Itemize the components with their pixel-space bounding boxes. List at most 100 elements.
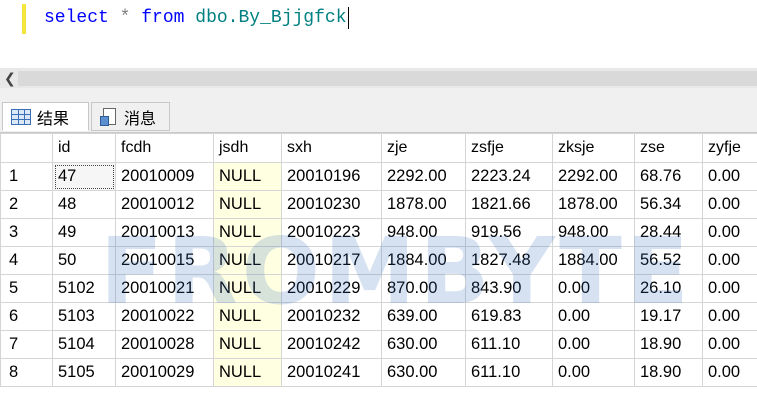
column-header[interactable]: zse [634, 133, 703, 163]
cell-zse[interactable]: 56.34 [634, 190, 703, 219]
row-number-cell[interactable]: 2 [0, 190, 53, 219]
cell-sxh[interactable]: 20010230 [281, 190, 382, 219]
cell-zje[interactable]: 1878.00 [381, 190, 466, 219]
cell-zsfje[interactable]: 843.90 [465, 274, 553, 303]
cell-zse[interactable]: 18.90 [634, 330, 703, 359]
cell-zyfje[interactable]: 0.00 [702, 162, 757, 191]
table-row[interactable]: 7 5104 20010028 NULL 20010242 630.00 611.10 0.0… [0, 330, 757, 359]
cell-fcdh[interactable]: 20010015 [115, 246, 214, 275]
column-header[interactable]: zksje [552, 133, 635, 163]
table-row[interactable]: 4 50 20010015 NULL 20010217 1884.00 1827.48 188… [0, 246, 757, 275]
cell-jsdh[interactable]: NULL [213, 246, 282, 275]
cell-zyfje[interactable]: 0.00 [702, 330, 757, 359]
cell-jsdh[interactable]: NULL [213, 330, 282, 359]
row-number-cell[interactable]: 8 [0, 358, 53, 387]
cell-zksje[interactable]: 1878.00 [552, 190, 635, 219]
cell-zyfje[interactable]: 0.00 [702, 246, 757, 275]
cell-zsfje[interactable]: 611.10 [465, 358, 553, 387]
cell-zje[interactable]: 948.00 [381, 218, 466, 247]
table-row[interactable]: 8 5105 20010029 NULL 20010241 630.00 611.10 0.0… [0, 358, 757, 387]
cell-zsfje[interactable]: 619.83 [465, 302, 553, 331]
cell-zsfje[interactable]: 1821.66 [465, 190, 553, 219]
cell-zse[interactable]: 28.44 [634, 218, 703, 247]
cell-zsfje[interactable]: 1827.48 [465, 246, 553, 275]
column-header[interactable]: zje [381, 133, 466, 163]
cell-fcdh[interactable]: 20010022 [115, 302, 214, 331]
cell-zse[interactable]: 68.76 [634, 162, 703, 191]
cell-sxh[interactable]: 20010196 [281, 162, 382, 191]
results-grid[interactable]: id fcdh jsdh sxh zje zsfje zksje zse zyf… [0, 133, 757, 400]
cell-fcdh[interactable]: 20010028 [115, 330, 214, 359]
row-number-cell[interactable]: 7 [0, 330, 53, 359]
column-header[interactable]: sxh [281, 133, 382, 163]
cell-fcdh[interactable]: 20010013 [115, 218, 214, 247]
sql-editor[interactable]: select * from dbo.By_Bjjgfck [0, 0, 757, 68]
scrollbar-thumb[interactable] [18, 71, 757, 86]
cell-sxh[interactable]: 20010232 [281, 302, 382, 331]
cell-id[interactable]: 49 [52, 218, 116, 247]
cell-zse[interactable]: 26.10 [634, 274, 703, 303]
cell-zksje[interactable]: 0.00 [552, 274, 635, 303]
cell-zksje[interactable]: 0.00 [552, 330, 635, 359]
table-row[interactable]: 5 5102 20010021 NULL 20010229 870.00 843.90 0.0… [0, 274, 757, 303]
cell-sxh[interactable]: 20010229 [281, 274, 382, 303]
cell-zje[interactable]: 2292.00 [381, 162, 466, 191]
cell-sxh[interactable]: 20010217 [281, 246, 382, 275]
cell-id[interactable]: 47 [52, 162, 116, 191]
cell-sxh[interactable]: 20010223 [281, 218, 382, 247]
row-number-cell[interactable]: 1 [0, 162, 53, 191]
cell-zyfje[interactable]: 0.00 [702, 302, 757, 331]
cell-zyfje[interactable]: 0.00 [702, 190, 757, 219]
cell-jsdh[interactable]: NULL [213, 162, 282, 191]
row-number-header[interactable] [0, 133, 53, 163]
cell-id[interactable]: 5105 [52, 358, 116, 387]
cell-zyfje[interactable]: 0.00 [702, 218, 757, 247]
cell-id[interactable]: 5102 [52, 274, 116, 303]
table-row[interactable]: 6 5103 20010022 NULL 20010232 639.00 619.83 0.0… [0, 302, 757, 331]
cell-fcdh[interactable]: 20010012 [115, 190, 214, 219]
cell-zje[interactable]: 630.00 [381, 358, 466, 387]
column-header[interactable]: id [52, 133, 116, 163]
cell-zyfje[interactable]: 0.00 [702, 274, 757, 303]
cell-zsfje[interactable]: 611.10 [465, 330, 553, 359]
cell-zksje[interactable]: 948.00 [552, 218, 635, 247]
cell-zsfje[interactable]: 919.56 [465, 218, 553, 247]
sql-code-line[interactable]: select * from dbo.By_Bjjgfck [44, 7, 349, 29]
table-row[interactable]: 2 48 20010012 NULL 20010230 1878.00 1821.66 187… [0, 190, 757, 219]
cell-sxh[interactable]: 20010241 [281, 358, 382, 387]
cell-zksje[interactable]: 2292.00 [552, 162, 635, 191]
cell-jsdh[interactable]: NULL [213, 302, 282, 331]
cell-id[interactable]: 5104 [52, 330, 116, 359]
column-header[interactable]: fcdh [115, 133, 214, 163]
cell-fcdh[interactable]: 20010021 [115, 274, 214, 303]
cell-zse[interactable]: 18.90 [634, 358, 703, 387]
cell-zksje[interactable]: 1884.00 [552, 246, 635, 275]
cell-zsfje[interactable]: 2223.24 [465, 162, 553, 191]
row-number-cell[interactable]: 5 [0, 274, 53, 303]
cell-zksje[interactable]: 0.00 [552, 302, 635, 331]
column-header[interactable]: jsdh [213, 133, 282, 163]
row-number-cell[interactable]: 6 [0, 302, 53, 331]
table-row[interactable]: 1 47 20010009 NULL 20010196 2292.00 2223.24 229… [0, 162, 757, 191]
cell-zksje[interactable]: 0.00 [552, 358, 635, 387]
cell-id[interactable]: 5103 [52, 302, 116, 331]
cell-id[interactable]: 48 [52, 190, 116, 219]
cell-jsdh[interactable]: NULL [213, 274, 282, 303]
cell-zje[interactable]: 870.00 [381, 274, 466, 303]
cell-jsdh[interactable]: NULL [213, 218, 282, 247]
cell-zje[interactable]: 639.00 [381, 302, 466, 331]
cell-fcdh[interactable]: 20010029 [115, 358, 214, 387]
row-number-cell[interactable]: 4 [0, 246, 53, 275]
column-header[interactable]: zsfje [465, 133, 553, 163]
cell-id[interactable]: 50 [52, 246, 116, 275]
table-row[interactable]: 3 49 20010013 NULL 20010223 948.00 919.56 948.0… [0, 218, 757, 247]
scroll-left-arrow-icon[interactable]: ❮ [4, 70, 16, 87]
cell-jsdh[interactable]: NULL [213, 190, 282, 219]
column-header[interactable]: zyfje [702, 133, 757, 163]
cell-zse[interactable]: 19.17 [634, 302, 703, 331]
cell-zje[interactable]: 1884.00 [381, 246, 466, 275]
cell-fcdh[interactable]: 20010009 [115, 162, 214, 191]
cell-sxh[interactable]: 20010242 [281, 330, 382, 359]
cell-jsdh[interactable]: NULL [213, 358, 282, 387]
tab-results[interactable]: 结果 [2, 102, 89, 131]
